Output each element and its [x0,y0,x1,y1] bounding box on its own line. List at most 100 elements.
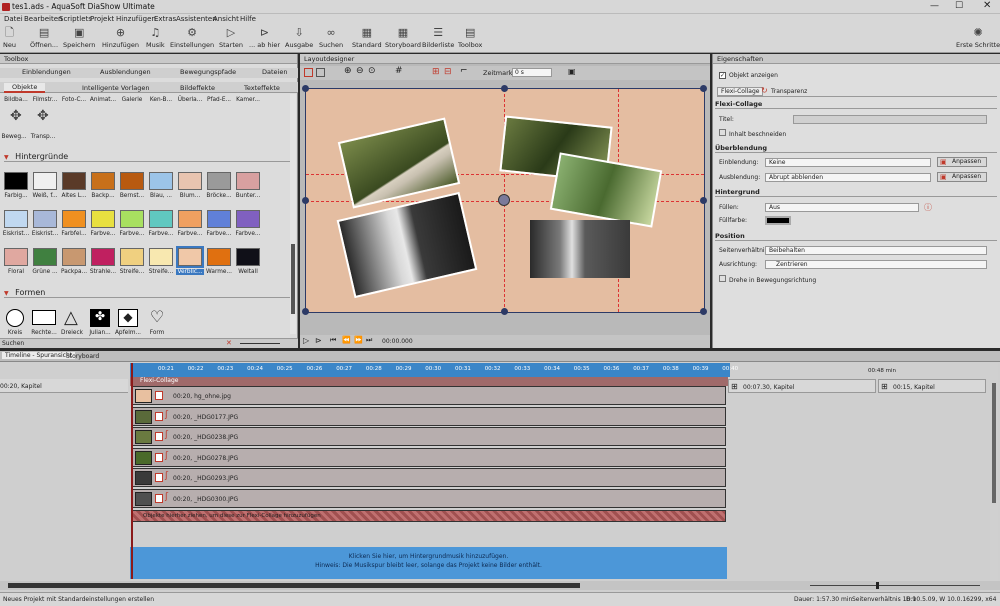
transparency-path-item[interactable]: ✥ [33,106,57,134]
background-thumb[interactable] [149,172,173,190]
tab-objekte[interactable]: Objekte [4,83,46,93]
tab-dateien[interactable]: Dateien [262,68,287,76]
menu-extras[interactable]: Extras [154,15,176,23]
motion-path-icon[interactable]: ʃ [165,430,168,440]
background-thumb[interactable] [91,248,115,266]
background-thumb[interactable] [236,210,260,228]
select-tool-icon[interactable] [304,68,313,77]
photo-waterfall-2[interactable] [530,220,630,278]
background-thumb[interactable] [176,246,204,268]
zoom-slider[interactable] [240,343,280,344]
object-item[interactable]: Animat... [89,97,117,103]
menu-bearbeiten[interactable]: Bearbeiten [24,15,62,23]
background-thumb[interactable] [120,172,144,190]
timeline-track[interactable]: ʃ 00:20, _HDG0177.JPG [132,406,726,426]
start-from-here-button[interactable]: ⊳... ab hier [249,27,280,50]
timeline-zoom-handle[interactable] [876,582,879,589]
object-item[interactable]: Filmstr... [31,97,59,103]
scrollbar-thumb[interactable] [291,244,295,314]
toolbox-scrollbar[interactable] [290,94,296,334]
titel-input[interactable] [793,115,987,124]
effect-icon[interactable] [155,391,163,400]
background-thumb[interactable] [178,172,202,190]
motion-path-icon[interactable]: ʃ [165,451,168,461]
effect-icon[interactable] [155,411,163,421]
search-button[interactable]: ∞ Suchen [319,27,343,50]
object-item[interactable]: Ken-B... [147,97,175,103]
tab-bewegungspfade[interactable]: Bewegungspfade [180,68,236,76]
tab-storyboard[interactable]: Storyboard [66,353,99,360]
background-thumb[interactable] [62,172,86,190]
resize-handle[interactable] [302,197,309,204]
shape-form[interactable]: ♡ [146,307,168,329]
chapter-left[interactable]: 00:20, Kapitel [0,379,128,393]
scrollbar-thumb[interactable] [8,583,580,588]
background-thumb[interactable] [62,248,86,266]
menu-hinzufuegen[interactable]: Hinzufügen [116,15,156,23]
last-frame-icon[interactable]: ⏭ [366,336,372,345]
background-thumb[interactable] [4,210,28,228]
tab-intelligente-vorlagen[interactable]: Intelligente Vorlagen [82,84,150,92]
object-item[interactable]: Überla... [176,97,204,103]
clear-search-icon[interactable]: ✕ [226,339,232,347]
background-thumb[interactable] [149,210,173,228]
timeline-track[interactable]: ʃ 00:20, _HDG0293.JPG [132,468,726,488]
photo-waterfall-1[interactable] [336,191,478,299]
fuellen-select[interactable]: Aus [765,203,919,212]
draw-tool-icon[interactable] [316,68,325,77]
motion-path-icon[interactable]: ʃ [165,492,168,502]
align-select[interactable]: Zentrieren [765,260,987,269]
background-thumb[interactable] [236,172,260,190]
background-thumb[interactable] [207,210,231,228]
section-backgrounds[interactable]: ▼ Hintergründe [4,152,292,162]
background-thumb[interactable] [91,210,115,228]
rotate-checkbox[interactable]: Drehe in Bewegungsrichtung [719,275,816,284]
object-item[interactable]: Foto-C... [60,97,88,103]
ausblendung-anpassen-button[interactable]: ▣ Anpassen [937,172,987,182]
fast-forward-icon[interactable]: ⏩ [354,336,363,344]
remove-object-icon[interactable]: ⊟ [444,67,452,77]
background-thumb[interactable] [33,172,57,190]
resize-handle[interactable] [501,308,508,315]
drop-hint-track[interactable]: Objekte hierher ziehen, um diese zur Fle… [132,510,726,522]
object-item[interactable]: Kamer... [234,97,262,103]
shape-julia[interactable]: ✤ [90,309,110,327]
output-button[interactable]: ⇩ Ausgabe [285,27,313,50]
object-item[interactable]: Pfad-E... [205,97,233,103]
timeline-track[interactable]: 00:20, hg_ohne.jpg [132,386,726,405]
einblendung-select[interactable]: Keine [765,158,931,167]
scrollbar-thumb[interactable] [992,383,996,503]
center-handle[interactable] [498,194,510,206]
background-thumb[interactable] [120,248,144,266]
menu-assistenten[interactable]: Assistenten [176,15,217,23]
rewind-icon[interactable]: ⏪ [342,336,351,344]
keyframe-icon[interactable]: ▣ [568,67,576,76]
zeitmarke-input[interactable]: 0 s [512,68,552,77]
resize-handle[interactable] [700,85,707,92]
shape-circle[interactable] [6,309,24,327]
show-object-checkbox[interactable]: ✓ Objekt anzeigen [719,72,778,79]
info-icon[interactable]: ⓘ [924,202,932,213]
resize-handle[interactable] [302,308,309,315]
zoom-fit-icon[interactable]: ⊙ [368,66,376,76]
fill-color-swatch[interactable] [765,216,791,225]
background-thumb[interactable] [4,248,28,266]
save-button[interactable]: ▣ Speichern [63,27,95,50]
timeline-track[interactable]: ʃ 00:20, _HDG0278.JPG [132,447,726,467]
resize-handle[interactable] [700,197,707,204]
effect-icon[interactable] [155,494,163,503]
close-button[interactable]: ✕ [983,0,991,11]
start-button[interactable]: ▷ Starten [219,27,243,50]
chapter-right[interactable]: ⊞ 00:15, Kapitel [878,379,986,393]
background-thumb[interactable] [91,172,115,190]
tab-texteffekte[interactable]: Texteffekte [244,84,280,92]
background-thumb[interactable] [178,210,202,228]
shape-triangle[interactable]: △ [64,309,78,327]
resize-handle[interactable] [302,85,309,92]
object-item[interactable]: Bildba... [2,97,30,103]
effect-icon[interactable] [155,473,163,483]
background-thumb[interactable] [62,210,86,228]
background-thumb[interactable] [4,172,28,190]
background-thumb[interactable] [207,172,231,190]
shape-mandelbrot[interactable]: ◆ [118,309,138,327]
